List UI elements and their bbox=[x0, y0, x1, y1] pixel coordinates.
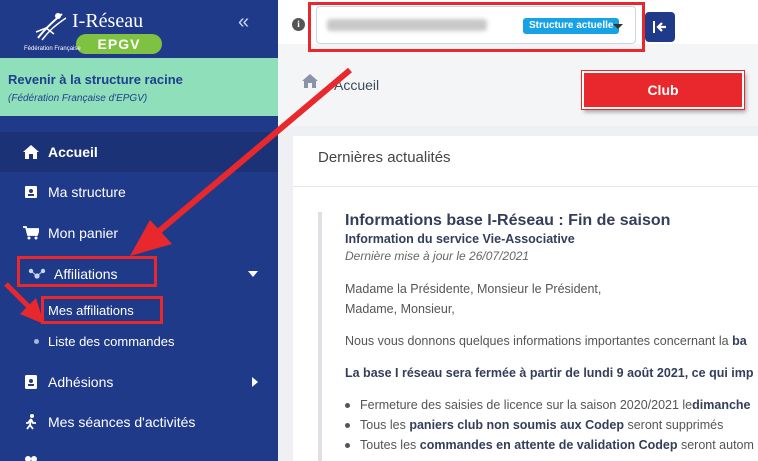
news-panel: Dernières actualités Informations base I… bbox=[293, 136, 758, 461]
sidebar-subitem-label: Mes affiliations bbox=[48, 302, 134, 318]
bullet-dot-icon bbox=[34, 338, 39, 344]
article-text: Nous vous donnons quelques informations … bbox=[345, 334, 729, 348]
home-icon[interactable] bbox=[302, 74, 318, 93]
breadcrumb-current: Accueil bbox=[334, 77, 380, 93]
sidebar-item-ma-structure[interactable]: Ma structure bbox=[0, 172, 278, 212]
article-paragraph: Madame, Monsieur, bbox=[345, 302, 455, 316]
sign-out-icon bbox=[653, 21, 666, 33]
divider bbox=[293, 186, 758, 187]
structure-name-blurred bbox=[327, 19, 487, 31]
sidebar-item-adhesions[interactable]: Adhésions bbox=[0, 362, 278, 402]
sidebar-item-label: Mes séances d'activités bbox=[48, 414, 196, 430]
sidebar-subitem-label: Liste des commandes bbox=[48, 333, 175, 349]
article-date: Dernière mise à jour le 26/07/2021 bbox=[345, 249, 530, 263]
list-item-bold: commandes en attente de validation Codep bbox=[419, 438, 678, 452]
list-item-text: Tous les bbox=[360, 418, 406, 432]
collapse-sidebar-icon[interactable]: « bbox=[238, 12, 249, 32]
sidebar-item-label: Ma structure bbox=[48, 184, 126, 200]
chevron-right-icon bbox=[252, 377, 258, 387]
sidebar: I-Réseau EPGV Fédération Française « Rev… bbox=[0, 0, 278, 461]
sidebar-item-mon-panier[interactable]: Mon panier bbox=[0, 213, 278, 253]
logo-subtitle: Fédération Française bbox=[24, 46, 81, 52]
app-logo[interactable]: I-Réseau EPGV Fédération Française bbox=[22, 8, 172, 54]
list-item-bold: paniers club non soumis aux Codep bbox=[409, 418, 624, 432]
root-structure-subtitle: (Fédération Française d'EPGV) bbox=[8, 93, 148, 104]
news-article: Informations base I-Réseau : Fin de sais… bbox=[318, 212, 758, 461]
list-item: Fermeture des saisies de licence sur la … bbox=[345, 398, 751, 412]
structure-select[interactable]: Structure actuelle bbox=[316, 6, 636, 44]
sidebar-item-label: Mon panier bbox=[48, 225, 119, 241]
sidebar-subitem-liste-commandes[interactable]: Liste des commandes bbox=[0, 326, 278, 356]
list-item-text: seront autom bbox=[680, 438, 754, 452]
chevron-down-icon bbox=[248, 271, 258, 277]
root-structure-link[interactable]: Revenir à la structure racine (Fédératio… bbox=[0, 58, 278, 116]
sidebar-item-label: Adhésions bbox=[48, 374, 114, 390]
current-structure-badge: Structure actuelle bbox=[523, 18, 620, 34]
home-icon bbox=[22, 143, 40, 161]
exit-structure-button[interactable] bbox=[645, 12, 675, 42]
news-heading: Dernières actualités bbox=[318, 149, 451, 166]
article-paragraph: Madame la Présidente, Monsieur le Présid… bbox=[345, 282, 602, 296]
bullet-icon bbox=[345, 442, 350, 448]
network-icon bbox=[28, 265, 46, 283]
sidebar-item-label: Accueil bbox=[48, 144, 98, 160]
logo-title: I-Réseau bbox=[72, 10, 144, 32]
info-icon[interactable]: i bbox=[292, 18, 305, 31]
running-icon bbox=[22, 413, 40, 431]
sidebar-item-seances[interactable]: Mes séances d'activités bbox=[0, 402, 278, 442]
chevron-down-icon bbox=[613, 24, 623, 29]
id-badge-icon bbox=[22, 373, 40, 391]
cart-icon bbox=[22, 224, 40, 242]
article-subtitle: Information du service Vie-Associative bbox=[345, 232, 575, 246]
sidebar-subitem-mes-affiliations[interactable]: Mes affiliations bbox=[0, 295, 278, 325]
gymnast-logo-icon bbox=[35, 13, 67, 41]
club-annotation-label: Club bbox=[582, 71, 744, 109]
root-structure-title: Revenir à la structure racine bbox=[8, 72, 183, 87]
id-card-icon bbox=[22, 183, 40, 201]
sidebar-item-accueil[interactable]: Accueil bbox=[0, 132, 278, 172]
list-item: Toutes les commandes en attente de valid… bbox=[345, 438, 754, 452]
article-paragraph-bold: La base I réseau sera fermée à partir de… bbox=[345, 366, 754, 380]
sidebar-item-affiliations[interactable]: Affiliations bbox=[0, 254, 278, 294]
list-item-bold: dimanche bbox=[692, 398, 751, 412]
list-item-text: Fermeture des saisies de licence sur la … bbox=[360, 398, 693, 412]
article-text-bold: ba bbox=[732, 334, 747, 348]
bullet-icon bbox=[345, 422, 350, 428]
bullet-icon bbox=[345, 402, 350, 408]
list-item-text: Toutes les bbox=[360, 438, 417, 452]
users-icon bbox=[22, 453, 40, 461]
sidebar-item-label: Affiliations bbox=[54, 266, 118, 282]
list-item-text: seront supprimés bbox=[627, 418, 724, 432]
article-title: Informations base I-Réseau : Fin de sais… bbox=[345, 212, 671, 229]
article-paragraph: Nous vous donnons quelques informations … bbox=[345, 334, 747, 348]
sidebar-item-partial[interactable] bbox=[0, 442, 278, 461]
list-item: Tous les paniers club non soumis aux Cod… bbox=[345, 418, 723, 432]
top-bar: i Structure actuelle bbox=[278, 0, 758, 44]
logo-badge: EPGV bbox=[76, 34, 162, 54]
